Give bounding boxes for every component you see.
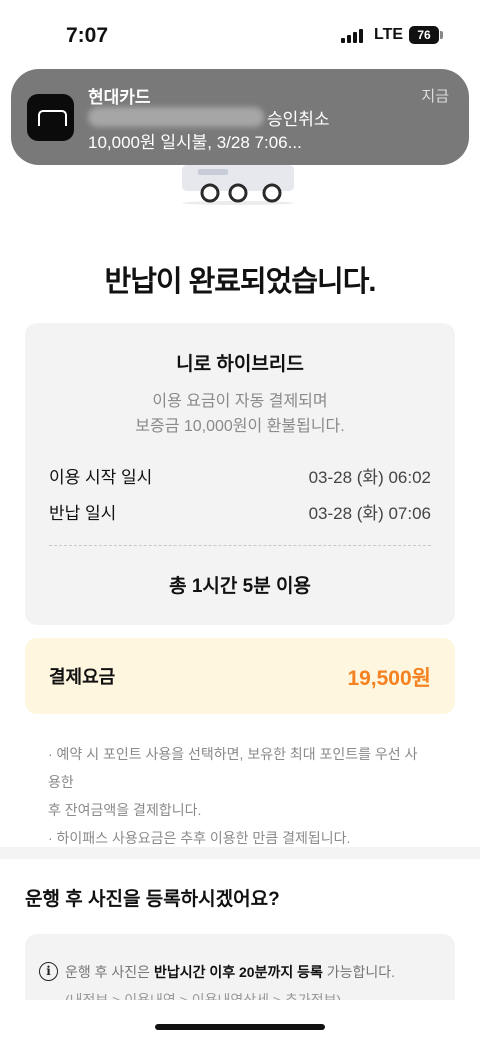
return-time-label: 반납 일시 bbox=[49, 504, 117, 523]
hyundai-card-app-icon bbox=[27, 94, 74, 141]
home-indicator[interactable] bbox=[155, 1024, 325, 1030]
push-notification[interactable]: 현대카드 지금 승인취소 10,000원 일시불, 3/28 7:06... bbox=[11, 69, 469, 165]
payment-card: 결제요금 19,500원 bbox=[25, 638, 455, 714]
photo-info-box: i 운행 후 사진은 반납시간 이후 20분까지 등록 가능합니다. (내정보 … bbox=[25, 934, 455, 1004]
signal-strength-icon bbox=[341, 29, 367, 43]
car-name: 니로 하이브리드 bbox=[176, 354, 304, 375]
start-time-value: 03-28 (화) 06:02 bbox=[308, 468, 431, 487]
notification-line1: 승인취소 bbox=[267, 110, 330, 129]
fee-note-line1: 이용 요금이 자동 결제되며 bbox=[152, 393, 328, 410]
return-time-row: 반납 일시 03-28 (화) 07:06 bbox=[49, 499, 431, 524]
start-time-row: 이용 시작 일시 03-28 (화) 06:02 bbox=[49, 463, 431, 488]
fee-note: 이용 요금이 자동 결제되며 보증금 10,000원이 환불됩니다. bbox=[25, 389, 455, 439]
status-bar: 7:07 LTE 76 bbox=[0, 0, 480, 70]
total-usage: 총 1시간 5분 이용 bbox=[169, 576, 311, 597]
photo-info-suffix: 가능합니다. bbox=[322, 964, 396, 980]
photo-info-text: 운행 후 사진은 반납시간 이후 20분까지 등록 가능합니다. bbox=[65, 962, 395, 982]
payment-notes: · 예약 시 포인트 사용을 선택하면, 보유한 최대 포인트를 우선 사용한 … bbox=[48, 740, 418, 852]
start-time-label: 이용 시작 일시 bbox=[49, 468, 153, 487]
payment-amount: 19,500원 bbox=[347, 667, 431, 690]
page-title: 반납이 완료되었습니다. bbox=[104, 266, 377, 298]
info-icon: i bbox=[39, 962, 58, 981]
return-time-value: 03-28 (화) 07:06 bbox=[308, 504, 431, 523]
battery-icon: 76 bbox=[409, 26, 439, 44]
photo-info-prefix: 운행 후 사진은 bbox=[65, 964, 154, 980]
network-type: LTE bbox=[374, 26, 404, 43]
battery-tip bbox=[440, 31, 443, 39]
photo-upload-question: 운행 후 사진을 등록하시겠어요? bbox=[25, 889, 280, 910]
fee-note-line2: 보증금 10,000원이 환불됩니다. bbox=[135, 418, 345, 435]
car-illustration bbox=[182, 165, 294, 205]
note-line: 후 잔여금액을 결제합니다. bbox=[48, 802, 202, 818]
notification-line2: 10,000원 일시불, 3/28 7:06... bbox=[88, 133, 302, 152]
notification-app-name: 현대카드 bbox=[88, 88, 151, 107]
note-line: · 예약 시 포인트 사용을 선택하면, 보유한 최대 포인트를 우선 사용한 bbox=[48, 746, 418, 790]
rental-summary-card: 니로 하이브리드 이용 요금이 자동 결제되며 보증금 10,000원이 환불됩… bbox=[25, 323, 455, 625]
bottom-safe-area bbox=[0, 1000, 480, 1041]
status-time: 7:07 bbox=[66, 24, 109, 47]
notification-time: 지금 bbox=[421, 88, 449, 105]
payment-label: 결제요금 bbox=[49, 667, 116, 687]
dashed-divider bbox=[49, 545, 431, 546]
photo-info-bold: 반납시간 이후 20분까지 등록 bbox=[153, 964, 323, 980]
redacted-text bbox=[88, 107, 264, 127]
section-divider bbox=[0, 847, 480, 859]
